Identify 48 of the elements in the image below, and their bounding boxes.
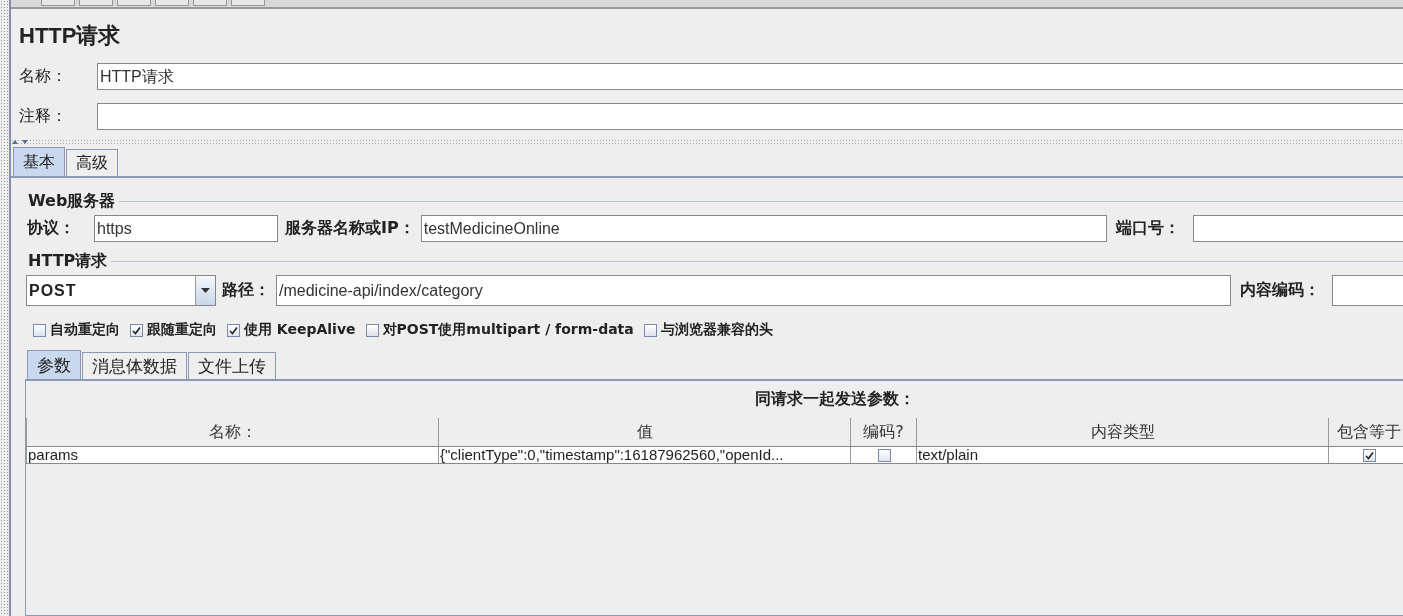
comment-field[interactable] [97,103,1403,130]
tab[interactable]: 参数 [27,350,81,379]
field-label: 内容编码： [1239,280,1321,301]
collapse-arrows-icon[interactable] [11,139,31,145]
checkbox[interactable] [227,323,240,337]
checkbox[interactable] [365,323,379,337]
checkbox[interactable] [130,323,143,337]
toolbar-button[interactable] [231,0,265,6]
field-label: 服务器名称或IP： [284,218,416,239]
field-label: 协议： [27,218,76,239]
field-label: 端口号： [1114,218,1181,239]
checkbox-label: 与浏览器兼容的头 [660,321,773,339]
toolbar-button[interactable] [155,0,189,6]
field-label: 注释： [19,106,68,127]
tab[interactable]: 消息体数据 [82,352,187,379]
server-field[interactable]: testMedicineOnline [420,215,1107,242]
table-cell: {"clientType":0,"timestamp":16187962560,"openId... [438,447,850,463]
name-field[interactable]: HTTP请求 [97,63,1403,90]
tab[interactable]: 文件上传 [188,352,276,379]
toolbar-button[interactable] [193,0,227,6]
group-title: Web服务器 [27,191,117,212]
toolbar-button[interactable] [79,0,113,6]
protocol-field[interactable]: https [94,215,278,242]
splitter-bar[interactable] [0,0,11,616]
checkbox[interactable] [643,323,657,337]
field-label: 名称： [19,66,68,87]
toolbar-button[interactable] [41,0,75,6]
method-dropdown[interactable]: POST [26,275,216,306]
field-label: 路径： [222,280,271,301]
path-field[interactable]: /medicine-api/index/category [276,275,1231,306]
toolbar-button[interactable] [117,0,151,6]
caret-icon [201,288,210,293]
encoding-field[interactable] [1332,275,1403,306]
port-field[interactable] [1192,215,1403,242]
checkbox[interactable] [33,323,46,337]
checkbox-label: 跟随重定向 [147,321,217,339]
table-title: 同请求一起发送参数： [753,388,916,410]
checkbox[interactable] [1362,448,1376,462]
checkbox-label: 对POST使用multipart / form-data [382,321,634,339]
table-cell: text/plain [916,447,1328,463]
table-cell: params [26,447,438,463]
panel-title: HTTP请求 [18,22,122,50]
tab[interactable]: 高级 [66,149,118,176]
checkbox-label: 自动重定向 [50,321,120,339]
checkbox-label: 使用 KeepAlive [244,321,356,339]
group-title: HTTP请求 [27,251,109,272]
checkbox[interactable] [877,448,891,462]
tab[interactable]: 基本 [13,147,65,176]
